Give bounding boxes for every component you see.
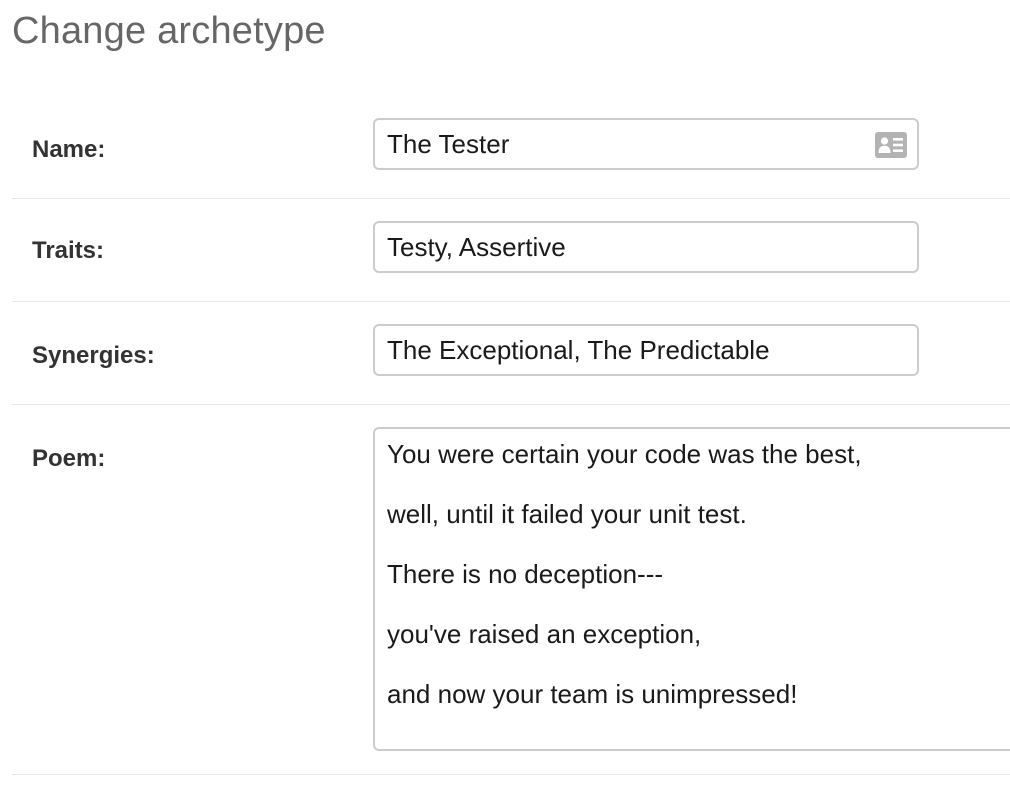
form-row-synergies: Synergies: The Exceptional, The Predicta… xyxy=(12,302,1010,405)
poem-line: There is no deception--- xyxy=(387,559,664,589)
form-row-name: Name: The Tester xyxy=(12,96,1010,199)
poem-textarea[interactable]: You were certain your code was the best,… xyxy=(373,427,1010,751)
synergies-input-value: The Exceptional, The Predictable xyxy=(387,335,770,365)
poem-line: You were certain your code was the best, xyxy=(387,439,862,469)
poem-line: well, until it failed your unit test. xyxy=(387,499,747,529)
traits-input-value: Testy, Assertive xyxy=(387,232,566,262)
name-label: Name: xyxy=(32,136,106,163)
name-input-value: The Tester xyxy=(387,129,510,159)
poem-line: you've raised an exception, xyxy=(387,619,702,649)
id-card-icon[interactable] xyxy=(875,132,907,158)
synergies-label: Synergies: xyxy=(32,342,155,369)
poem-label: Poem: xyxy=(32,445,106,472)
form-row-poem: Poem: You were certain your code was the… xyxy=(12,405,1010,775)
synergies-input[interactable]: The Exceptional, The Predictable xyxy=(373,324,919,376)
form-row-traits: Traits: Testy, Assertive xyxy=(12,199,1010,302)
change-archetype-form: Name: The Tester Traits: Testy, Assertiv… xyxy=(12,96,1010,775)
name-input[interactable]: The Tester xyxy=(373,118,919,170)
traits-input[interactable]: Testy, Assertive xyxy=(373,221,919,273)
poem-line: and now your team is unimpressed! xyxy=(387,679,798,709)
traits-label: Traits: xyxy=(32,237,105,264)
page-title: Change archetype xyxy=(12,10,326,52)
